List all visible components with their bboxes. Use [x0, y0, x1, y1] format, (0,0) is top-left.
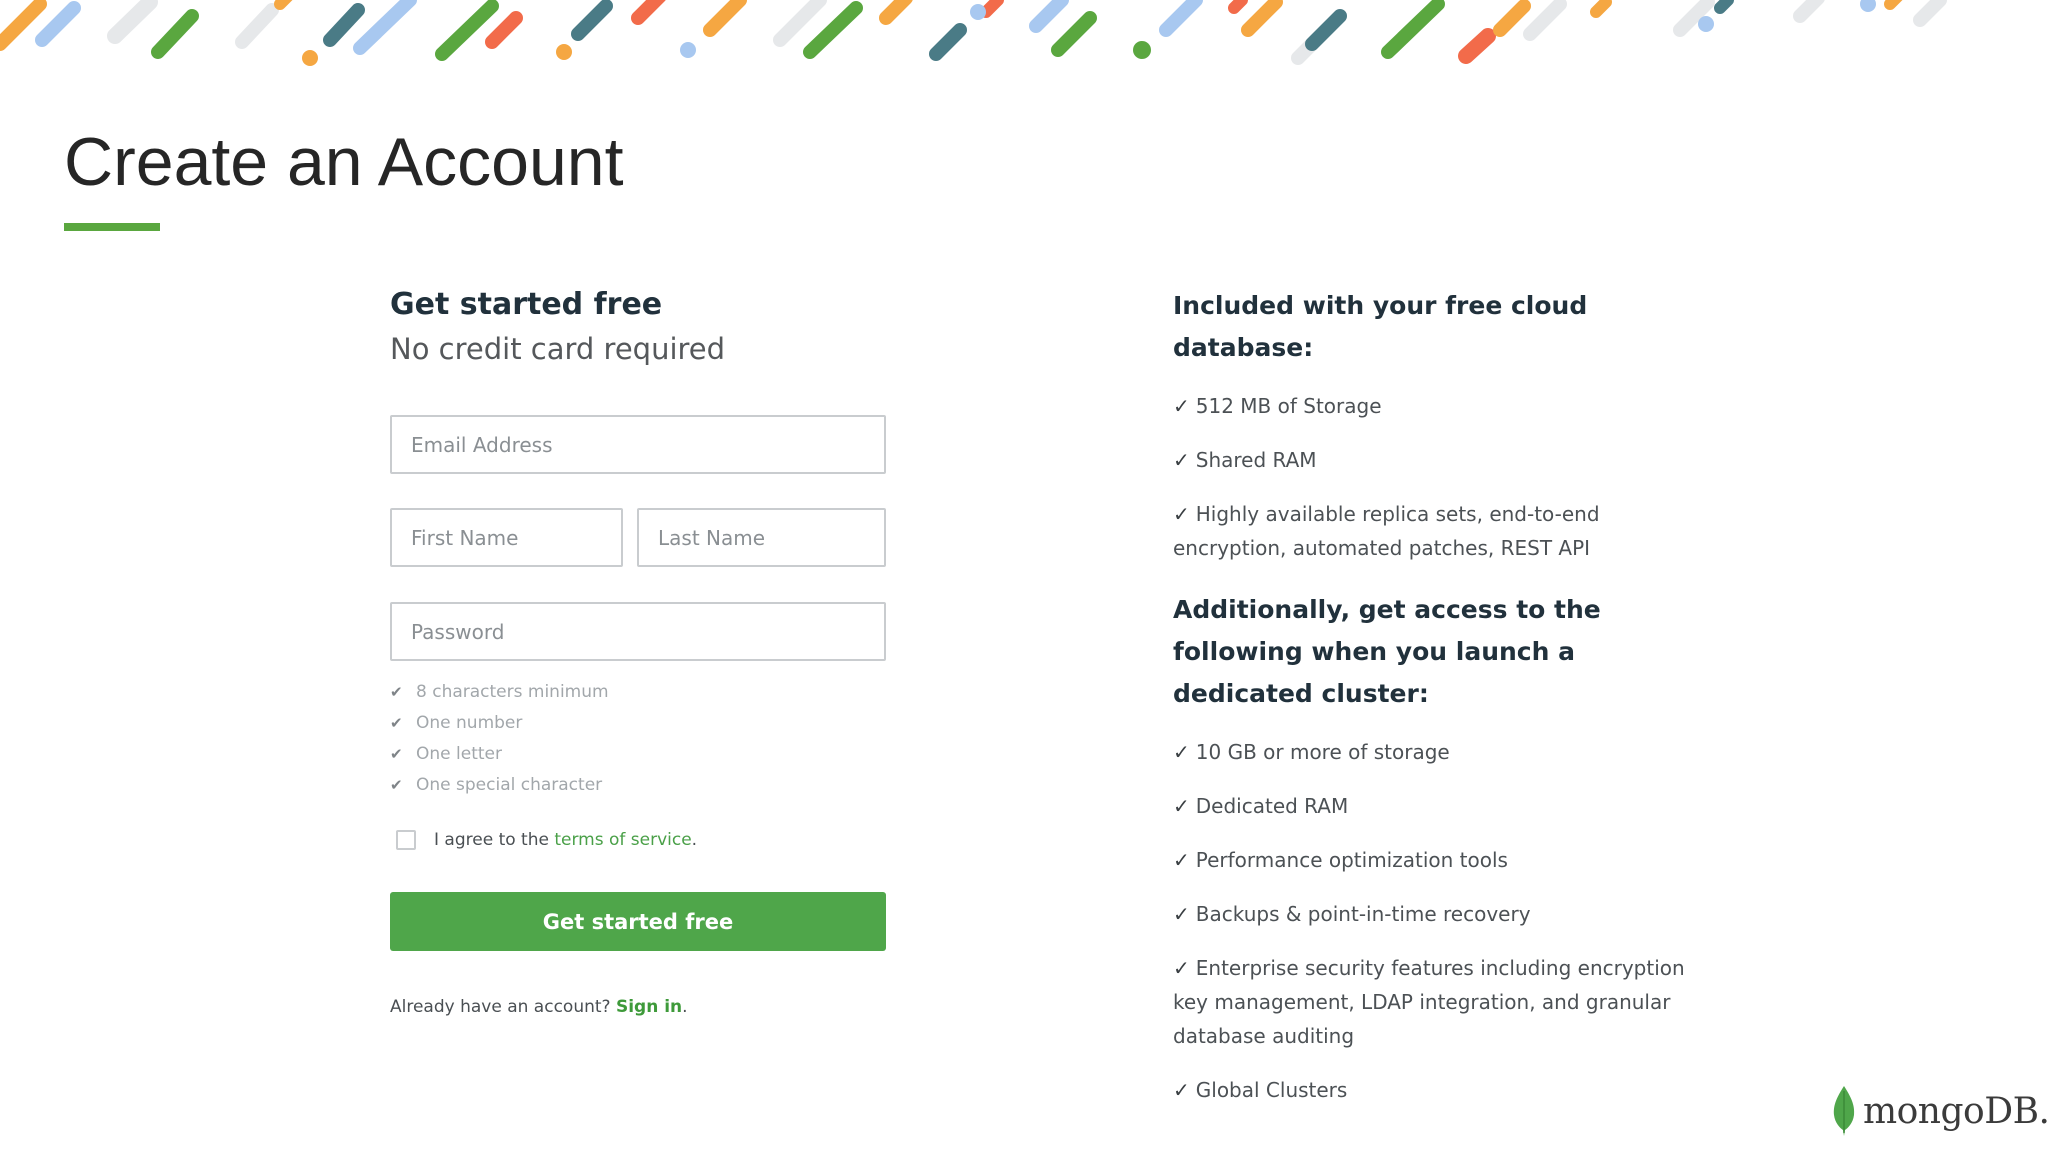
free-features-heading: Included with your free cloud database: — [1173, 291, 1588, 362]
feature-text: 512 MB of Storage — [1195, 394, 1382, 418]
tick-icon: ✓ — [1173, 1078, 1190, 1102]
feature-item: ✓ Shared RAM — [1173, 443, 1693, 477]
logo-wordmark: mongoDB. — [1863, 1090, 2048, 1132]
signup-form: Get started free No credit card required… — [390, 285, 886, 1017]
feature-text: Global Clusters — [1195, 1078, 1348, 1102]
password-requirement: ✔ One special character — [390, 769, 609, 800]
tick-icon: ✓ — [1173, 848, 1190, 872]
sign-in-prefix: Already have an account? — [390, 997, 616, 1017]
tick-icon: ✓ — [1173, 956, 1190, 980]
feature-text: Backups & point-in-time recovery — [1195, 902, 1531, 926]
check-icon: ✔ — [390, 713, 403, 732]
password-input[interactable] — [390, 602, 886, 661]
form-subheading: No credit card required — [390, 332, 726, 366]
feature-text: Shared RAM — [1195, 448, 1317, 472]
sign-in-link[interactable]: Sign in — [616, 997, 682, 1017]
terms-prefix: I agree to the — [434, 830, 555, 850]
password-requirements: ✔ 8 characters minimum ✔ One number ✔ On… — [390, 676, 609, 800]
tick-icon: ✓ — [1173, 502, 1190, 526]
slide-title: Create an Account — [64, 124, 624, 200]
form-heading: Get started free — [390, 287, 663, 322]
terms-label: I agree to the terms of service. — [434, 830, 697, 850]
feature-text: 10 GB or more of storage — [1195, 740, 1450, 764]
decorative-banner — [0, 0, 1947, 66]
feature-item: ✓ Highly available replica sets, end-to-e… — [1173, 497, 1693, 565]
tick-icon: ✓ — [1173, 902, 1190, 926]
feature-text: Enterprise security features including e… — [1173, 956, 1685, 1048]
requirement-label: One letter — [416, 743, 502, 764]
requirement-label: 8 characters minimum — [416, 681, 609, 702]
terms-suffix: . — [691, 830, 698, 850]
title-underline — [64, 223, 160, 231]
tick-icon: ✓ — [1173, 794, 1190, 818]
feature-item: ✓ Performance optimization tools — [1173, 843, 1693, 877]
password-requirement: ✔ One letter — [390, 738, 609, 769]
terms-agreement: I agree to the terms of service. — [396, 830, 697, 850]
requirement-label: One number — [416, 712, 523, 733]
tick-icon: ✓ — [1173, 740, 1190, 764]
sign-in-prompt: Already have an account? Sign in. — [390, 997, 688, 1017]
requirement-label: One special character — [416, 774, 603, 795]
last-name-input[interactable] — [637, 508, 886, 567]
feature-panel: Included with your free cloud database: … — [1173, 285, 1693, 1107]
tick-icon: ✓ — [1173, 448, 1190, 472]
leaf-icon — [1833, 1086, 1855, 1136]
check-icon: ✔ — [390, 775, 403, 794]
terms-checkbox[interactable] — [396, 830, 416, 850]
check-icon: ✔ — [390, 744, 403, 763]
password-requirement: ✔ 8 characters minimum — [390, 676, 609, 707]
get-started-button[interactable]: Get started free — [390, 892, 886, 951]
email-input[interactable] — [390, 415, 886, 474]
feature-text: Dedicated RAM — [1195, 794, 1349, 818]
feature-item: ✓ 10 GB or more of storage — [1173, 735, 1693, 769]
feature-text: Highly available replica sets, end-to-en… — [1173, 502, 1600, 560]
terms-of-service-link[interactable]: terms of service — [554, 830, 691, 850]
first-name-input[interactable] — [390, 508, 623, 567]
password-requirement: ✔ One number — [390, 707, 609, 738]
free-feature-list: ✓ 512 MB of Storage ✓ Shared RAM ✓ Highly a… — [1173, 389, 1693, 565]
dedicated-feature-list: ✓ 10 GB or more of storage ✓ Dedicated RAM… — [1173, 735, 1693, 1107]
feature-item: ✓ 512 MB of Storage — [1173, 389, 1693, 423]
check-icon: ✔ — [390, 682, 403, 701]
mongodb-logo: mongoDB. — [1831, 1085, 2048, 1137]
tick-icon: ✓ — [1173, 394, 1190, 418]
feature-item: ✓ Backups & point-in-time recovery — [1173, 897, 1693, 931]
sign-in-suffix: . — [682, 997, 688, 1017]
feature-item: ✓ Global Clusters — [1173, 1073, 1693, 1107]
dedicated-features-heading: Additionally, get access to the followin… — [1173, 595, 1601, 708]
feature-item: ✓ Enterprise security features including … — [1173, 951, 1693, 1053]
feature-item: ✓ Dedicated RAM — [1173, 789, 1693, 823]
feature-text: Performance optimization tools — [1195, 848, 1508, 872]
